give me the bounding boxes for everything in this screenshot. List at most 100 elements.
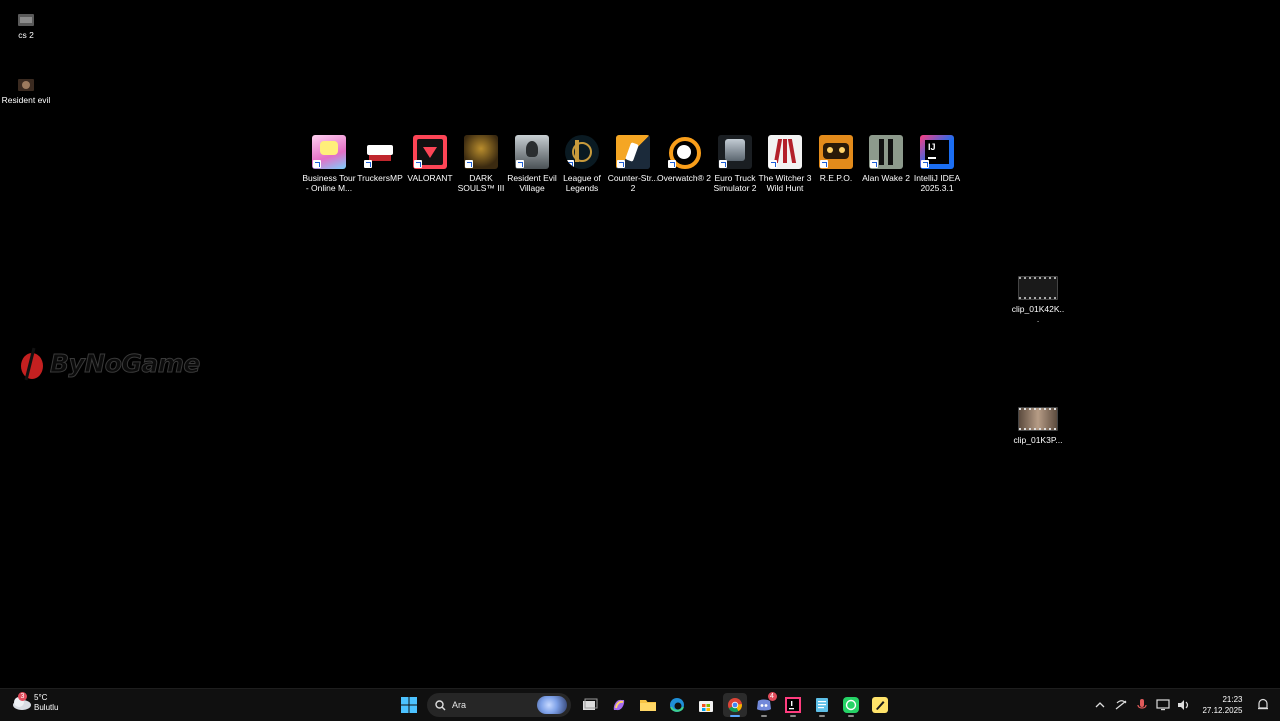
cloud-icon: 3 bbox=[10, 692, 32, 711]
shortcut-arrow-icon bbox=[364, 160, 372, 168]
speaker-icon[interactable] bbox=[1175, 696, 1193, 714]
chrome-button[interactable] bbox=[722, 693, 747, 717]
desktop-icon-label: IntelliJ IDEA 2025.3.1 bbox=[913, 173, 961, 193]
desktop-icon-label: R.E.P.O. bbox=[819, 173, 853, 183]
windows-start-icon bbox=[400, 697, 417, 713]
business-tour-icon bbox=[312, 135, 346, 169]
store-button[interactable] bbox=[694, 693, 718, 717]
desktop-icon-cs2[interactable]: cs 2 bbox=[0, 14, 52, 40]
microphone-icon[interactable] bbox=[1133, 696, 1151, 714]
desktop-icon-truckersmp[interactable]: TruckersMP bbox=[354, 135, 406, 183]
alan-wake-2-icon bbox=[869, 135, 903, 169]
search-highlight-image bbox=[537, 696, 567, 714]
folder-icon bbox=[639, 700, 656, 711]
desktop-icon-clip-2[interactable]: clip_01K3P... bbox=[1012, 407, 1064, 445]
store-icon bbox=[698, 701, 713, 712]
desktop-icon-label: Resident Evil Village bbox=[507, 173, 557, 193]
desktop-icon-label: cs 2 bbox=[18, 30, 34, 40]
euro-truck-simulator-2-icon bbox=[718, 135, 752, 169]
intellij-icon bbox=[784, 697, 801, 713]
notepad-button[interactable] bbox=[810, 693, 834, 717]
intellij-button[interactable] bbox=[781, 693, 805, 717]
file-explorer-button[interactable] bbox=[636, 693, 660, 717]
notification-bell-icon[interactable] bbox=[1254, 696, 1272, 714]
shortcut-arrow-icon bbox=[617, 160, 625, 168]
network-disconnected-icon[interactable] bbox=[1112, 696, 1130, 714]
taskbar-apps: Ara 4 bbox=[394, 689, 894, 721]
shortcut-arrow-icon bbox=[465, 160, 473, 168]
desktop-icon-repo[interactable]: R.E.P.O. bbox=[810, 135, 862, 183]
running-indicator bbox=[789, 715, 796, 717]
desktop-icon-label: Counter-Str... 2 bbox=[607, 173, 659, 193]
desktop-icon-witcher-3[interactable]: The Witcher 3 Wild Hunt bbox=[759, 135, 811, 193]
chrome-icon bbox=[727, 698, 742, 713]
discord-button[interactable]: 4 bbox=[752, 692, 777, 717]
weather-condition: Bulutlu bbox=[34, 703, 59, 712]
shortcut-arrow-icon bbox=[516, 160, 524, 168]
search-placeholder: Ara bbox=[452, 700, 467, 710]
copilot-icon bbox=[613, 699, 624, 711]
edge-icon bbox=[669, 698, 684, 712]
weather-alert-badge: 3 bbox=[18, 692, 27, 701]
running-indicator bbox=[818, 715, 825, 717]
truckersmp-icon bbox=[363, 135, 397, 169]
desktop-icon-euro-truck-simulator-2[interactable]: Euro Truck Simulator 2 bbox=[709, 135, 761, 193]
search-icon bbox=[435, 699, 446, 710]
desktop-icon-label: clip_01K3P... bbox=[1013, 435, 1063, 445]
pen-app-button[interactable] bbox=[868, 693, 892, 717]
desktop-icon-label: Euro Truck Simulator 2 bbox=[713, 173, 757, 193]
desktop-icon-label: DARK SOULS™ III bbox=[457, 173, 505, 193]
desktop-icon-business-tour[interactable]: Business Tour - Online M... bbox=[302, 135, 356, 193]
desktop-icon-alan-wake-2[interactable]: Alan Wake 2 bbox=[860, 135, 912, 183]
clock[interactable]: 21:23 27.12.2025 bbox=[1202, 694, 1242, 716]
shortcut-arrow-icon bbox=[668, 160, 676, 168]
desktop-icon-dark-souls-iii[interactable]: DARK SOULS™ III bbox=[455, 135, 507, 193]
desktop-icon-overwatch-2[interactable]: Overwatch® 2 bbox=[657, 135, 711, 183]
system-tray: 21:23 27.12.2025 bbox=[1089, 689, 1280, 721]
desktop-icon-intellij-idea[interactable]: IJ IntelliJ IDEA 2025.3.1 bbox=[911, 135, 963, 193]
running-indicator bbox=[847, 715, 854, 717]
whatsapp-button[interactable] bbox=[839, 693, 863, 717]
shortcut-arrow-icon bbox=[820, 160, 828, 168]
whatsapp-icon bbox=[842, 697, 859, 713]
edge-button[interactable] bbox=[665, 693, 689, 717]
start-button[interactable] bbox=[397, 693, 421, 717]
counter-strike-2-icon bbox=[616, 135, 650, 169]
desktop-icon-label: Resident evil bbox=[1, 95, 51, 105]
desktop-icon-label: clip_01K42K... bbox=[1011, 304, 1065, 324]
weather-temperature: 5°C bbox=[34, 693, 48, 702]
desktop-icon-resident-evil-village[interactable]: Resident Evil Village bbox=[506, 135, 558, 193]
clock-time: 21:23 bbox=[1222, 695, 1243, 704]
resident-evil-thumbnail-icon bbox=[18, 79, 34, 91]
task-view-button[interactable] bbox=[578, 693, 602, 717]
overwatch-2-icon bbox=[667, 135, 701, 169]
clock-date: 27.12.2025 bbox=[1202, 706, 1243, 715]
valorant-icon bbox=[413, 135, 447, 169]
desktop-icon-label: Business Tour - Online M... bbox=[302, 173, 356, 193]
shortcut-arrow-icon bbox=[719, 160, 727, 168]
cs2-video-thumbnail-icon bbox=[18, 14, 34, 26]
desktop-icon-label: TruckersMP bbox=[357, 173, 403, 183]
weather-widget[interactable]: 3 5°C Bulutlu bbox=[10, 692, 59, 713]
desktop-icon-label: Overwatch® 2 bbox=[657, 173, 711, 183]
shortcut-arrow-icon bbox=[769, 160, 777, 168]
desktop-icon-resident-evil[interactable]: Resident evil bbox=[0, 79, 52, 105]
desktop-icon-label: VALORANT bbox=[407, 173, 453, 183]
desktop-icon-clip-1[interactable]: clip_01K42K... bbox=[1012, 276, 1064, 324]
taskbar: 3 5°C Bulutlu Ara 4 21:23 27.12.2025 bbox=[0, 688, 1280, 721]
desktop-icon-league-of-legends[interactable]: League of Legends bbox=[556, 135, 608, 193]
notepad-icon bbox=[815, 698, 828, 712]
bynogame-logo-icon bbox=[18, 346, 46, 381]
resident-evil-village-icon bbox=[515, 135, 549, 169]
shortcut-arrow-icon bbox=[870, 160, 878, 168]
discord-notification-badge: 4 bbox=[767, 692, 777, 701]
copilot-button[interactable] bbox=[607, 693, 631, 717]
display-icon[interactable] bbox=[1154, 696, 1172, 714]
league-of-legends-icon bbox=[565, 135, 599, 169]
bynogame-watermark: ByNoGame bbox=[18, 346, 201, 381]
task-view-icon bbox=[582, 698, 597, 710]
taskbar-search-box[interactable]: Ara bbox=[427, 693, 571, 717]
desktop-icon-valorant[interactable]: VALORANT bbox=[404, 135, 456, 183]
chevron-up-icon[interactable] bbox=[1091, 696, 1109, 714]
desktop-icon-counter-strike-2[interactable]: Counter-Str... 2 bbox=[607, 135, 659, 193]
